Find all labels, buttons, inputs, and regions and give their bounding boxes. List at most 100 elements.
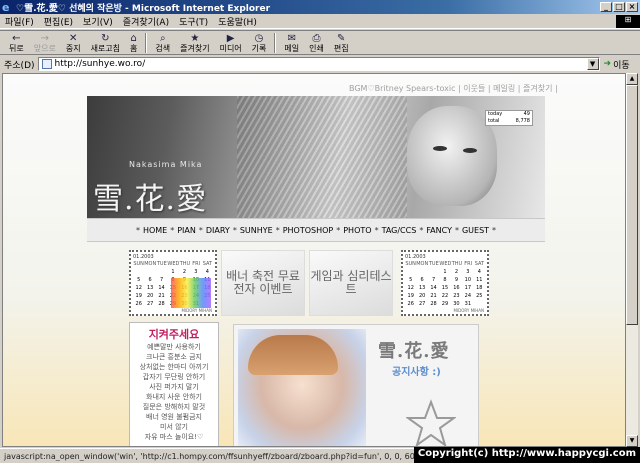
- calendar-weekdays: SUN MON TUE WED THU FRI SAT: [405, 260, 485, 268]
- maximize-button[interactable]: □: [613, 2, 625, 12]
- forward-arrow-icon: →: [40, 32, 49, 44]
- back-arrow-icon: ←: [12, 32, 21, 44]
- photo-hair: [248, 335, 338, 375]
- mail-icon: ✉: [287, 32, 296, 44]
- print-button[interactable]: ⎙ 인쇄: [304, 33, 329, 53]
- go-button[interactable]: ➜ 이동: [604, 58, 630, 71]
- title-bar: e ♡雪.花.愛♡ 선혜의 작은방 - Microsoft Internet E…: [0, 0, 640, 14]
- day-cell: 18: [476, 285, 483, 291]
- vertical-scrollbar[interactable]: ▲ ▼: [626, 73, 638, 447]
- page-icon: [41, 59, 52, 69]
- media-button[interactable]: ▶ 미디어: [215, 33, 247, 53]
- star-icon: *: [135, 225, 140, 235]
- day-cell: 28: [158, 301, 165, 307]
- day-cell: 6: [420, 277, 424, 283]
- weekday: MON: [144, 261, 157, 267]
- nav-photoshop[interactable]: PHOTOSHOP: [283, 226, 334, 235]
- nav-photo[interactable]: PHOTO: [343, 226, 371, 235]
- scroll-down-icon[interactable]: ▼: [626, 435, 638, 447]
- menu-file[interactable]: 파일(F): [0, 15, 39, 28]
- calendar-right[interactable]: 01.2003 SUN MON TUE WED THU FRI SAT 1234 56789…: [401, 250, 489, 316]
- edit-button[interactable]: ✎ 편집: [329, 33, 354, 53]
- menu-view[interactable]: 보기(V): [78, 15, 118, 28]
- stop-button[interactable]: ✕ 중지: [61, 33, 86, 53]
- menu-favorites[interactable]: 즐겨찾기(A): [118, 15, 174, 28]
- bgm-links[interactable]: BGM♡Britney Spears-toxic | 이웃들 | 메일링 | 즐…: [349, 83, 558, 94]
- minimize-button[interactable]: _: [600, 2, 612, 12]
- day-cell: [144, 268, 155, 276]
- weekday: FRI: [192, 261, 201, 267]
- calendar-week: 1 2 3 4: [405, 268, 485, 276]
- counter-total: total 8,778: [486, 118, 532, 125]
- printer-icon: ⎙: [312, 32, 321, 44]
- nav-tag-ccs[interactable]: TAG/CCS: [382, 226, 417, 235]
- day-cell: 23: [453, 293, 460, 299]
- toolbar-separator: [145, 32, 148, 53]
- weekday: THU: [179, 261, 191, 267]
- day-cell: 1: [443, 269, 447, 275]
- rules-line: 화내지 사운 안하기: [146, 393, 202, 401]
- forward-button[interactable]: → 앞으로: [29, 33, 61, 53]
- calendar-week: 5 6 7 8 9 10 11: [405, 276, 485, 284]
- nav-home[interactable]: HOME: [143, 226, 167, 235]
- favorites-label: 즐겨찾기: [180, 43, 210, 53]
- day-cell: 7: [159, 277, 164, 283]
- calendar-weekdays: SUN MON TUE WED THU FRI SAT: [133, 260, 213, 268]
- day-cell: 24: [464, 293, 472, 299]
- scroll-up-icon[interactable]: ▲: [626, 73, 638, 85]
- notice-photo: [238, 329, 366, 446]
- weekday: TUE: [156, 261, 167, 267]
- game-test-button[interactable]: 게임과 심리테스트: [309, 250, 393, 316]
- go-arrow-icon: ➜: [603, 59, 612, 69]
- notice-subtitle[interactable]: 공지사항 :): [392, 363, 441, 378]
- nav-pian[interactable]: PIAN: [177, 226, 196, 235]
- menu-edit[interactable]: 편집(E): [39, 15, 78, 28]
- nav-guest[interactable]: GUEST: [462, 226, 489, 235]
- banner-portrait: [407, 106, 497, 206]
- mail-button[interactable]: ✉ 메일: [279, 33, 304, 53]
- rules-box: 지켜주세요 예쁜말만 사용하기 크나큰 흥분소 금지 상처없는 한마디 아끼기 …: [129, 322, 219, 446]
- day-cell: 2: [182, 269, 187, 275]
- day-cell: 10: [464, 277, 472, 283]
- day-cell: 8: [443, 277, 447, 283]
- menu-tools[interactable]: 도구(T): [174, 15, 213, 28]
- address-dropdown-icon[interactable]: ▼: [586, 58, 599, 70]
- star-icon: *: [374, 225, 379, 235]
- calendar-left[interactable]: 01.2003 SUNMONTUEWEDTHUFRISAT 1234 56789…: [129, 250, 217, 316]
- stop-label: 중지: [65, 43, 81, 53]
- day-cell: 20: [418, 293, 426, 299]
- refresh-button[interactable]: ↻ 새로고침: [86, 33, 125, 53]
- address-input[interactable]: http://sunhye.wo.ro/ ▼: [37, 57, 600, 71]
- favorites-button[interactable]: ★ 즐겨찾기: [175, 33, 214, 53]
- weekday: SAT: [202, 261, 213, 267]
- rules-line: 갑자기 무단링 안하기: [142, 373, 206, 381]
- home-button[interactable]: ⌂ 홈: [125, 33, 142, 53]
- history-icon: ◷: [254, 32, 264, 44]
- weekday: WED: [439, 261, 452, 267]
- weekday: SUN: [405, 261, 416, 267]
- day-cell: [474, 300, 485, 308]
- page-viewport: BGM♡Britney Spears-toxic | 이웃들 | 메일링 | 즐…: [2, 73, 626, 447]
- address-url[interactable]: http://sunhye.wo.ro/: [55, 59, 587, 69]
- print-label: 인쇄: [309, 43, 324, 53]
- nav-diary[interactable]: DIARY: [206, 226, 230, 235]
- day-cell: [416, 268, 427, 276]
- calendar-week: 19 20 21 22 23 24 25: [405, 292, 485, 300]
- back-button[interactable]: ← 뒤로: [4, 33, 29, 53]
- search-button[interactable]: ⌕ 검색: [150, 33, 175, 53]
- nav-sunhye[interactable]: SUNHYE: [240, 226, 273, 235]
- calendar-week: 1 2 3 4: [133, 268, 213, 276]
- edit-icon: ✎: [337, 32, 346, 44]
- close-button[interactable]: ×: [626, 2, 638, 12]
- scroll-thumb[interactable]: [626, 85, 638, 325]
- banner-event-button[interactable]: 배너 축전 무료전자 이벤트: [221, 250, 305, 316]
- day-cell: 15: [441, 285, 449, 291]
- menu-help[interactable]: 도움말(H): [213, 15, 262, 28]
- history-button[interactable]: ◷ 기록: [247, 33, 272, 53]
- rules-line: 배너 영원 불펌금지: [146, 413, 202, 421]
- notice-panel: 雪.花.愛 공지사항 :): [233, 324, 479, 446]
- copyright-watermark: Copyright(c) http://www.happycgi.com: [413, 447, 640, 463]
- nav-fancy[interactable]: FANCY: [426, 226, 452, 235]
- back-label: 뒤로: [9, 43, 24, 53]
- window-title: ♡雪.花.愛♡ 선혜의 작은방 - Microsoft Internet Exp…: [16, 3, 271, 14]
